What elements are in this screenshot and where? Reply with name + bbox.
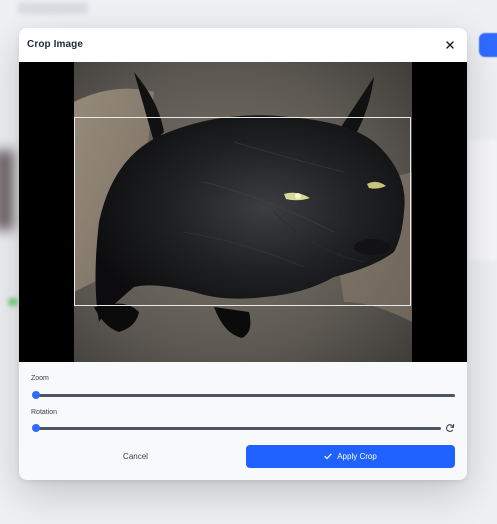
rotation-slider[interactable] [36,427,441,430]
zoom-slider-thumb[interactable] [32,391,40,399]
zoom-slider[interactable] [36,394,455,397]
background-header-text [18,2,88,14]
dialog-title: Crop Image [27,39,84,50]
rotate-reset-icon [446,424,455,433]
cancel-button[interactable]: Cancel [31,445,240,468]
close-icon [446,41,454,49]
background-side-card [467,140,497,260]
crop-selection-box[interactable] [74,117,411,306]
rotation-label: Rotation [31,409,58,416]
crop-image-dialog: Crop Image Zoom Rotation Cancel Apply Cr… [19,28,467,480]
background-primary-button [479,33,497,57]
zoom-label: Zoom [31,375,49,382]
cancel-button-label: Cancel [123,452,148,461]
apply-crop-button[interactable]: Apply Crop [246,445,455,468]
crop-canvas[interactable] [19,62,467,362]
check-icon [324,453,332,460]
rotate-reset-button[interactable] [443,421,457,435]
apply-crop-label: Apply Crop [337,452,377,461]
background-status-dot [8,298,18,306]
close-button[interactable] [441,36,459,54]
background-image-thumb [0,150,14,230]
dialog-header: Crop Image [19,28,467,62]
rotation-slider-thumb[interactable] [32,424,40,432]
